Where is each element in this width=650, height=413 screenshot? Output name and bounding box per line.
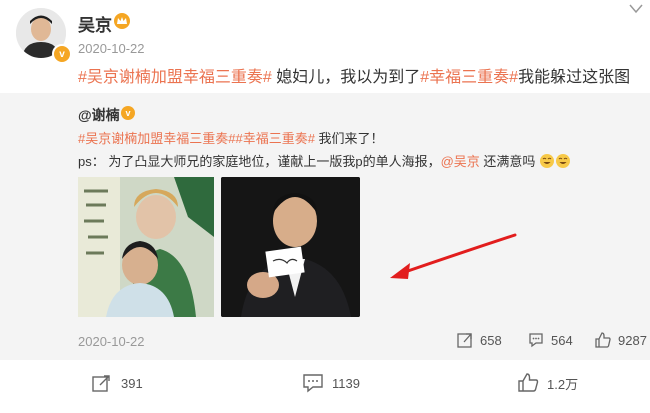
chevron-down-icon[interactable] <box>628 2 644 16</box>
repost-share-count: 658 <box>480 332 502 348</box>
topic-link[interactable]: #幸福三重奏# <box>420 69 518 86</box>
repost-comment-button[interactable]: 564 <box>527 331 573 349</box>
repost-author[interactable]: @谢楠 <box>78 105 120 125</box>
repost-like-button[interactable]: 9287 <box>594 331 647 349</box>
verified-badge-icon: v <box>121 106 135 120</box>
comment-count: 1139 <box>332 375 360 391</box>
repost-text-end: 我们来了！ <box>314 131 384 146</box>
repost-share-button[interactable]: 658 <box>456 331 502 349</box>
post-time[interactable]: 2020-10-22 <box>78 41 145 56</box>
comment-icon <box>303 374 323 393</box>
repost-card: @谢楠 v #吴京谢楠加盟幸福三重奏##幸福三重奏# 我们来了！ ps： 为了凸… <box>0 93 650 360</box>
post-text-mid: 媳妇儿，我以为到了 <box>271 69 421 86</box>
crown-vip-icon <box>114 13 130 29</box>
share-icon <box>457 333 472 348</box>
poster-photo[interactable] <box>221 177 360 317</box>
repost-like-count: 9287 <box>618 332 647 348</box>
photo-thumbnail[interactable] <box>78 177 214 317</box>
laugh-emoji-icon <box>540 154 555 168</box>
comment-button[interactable]: 1139 <box>302 373 360 393</box>
repost-comment-count: 564 <box>551 332 573 348</box>
share-icon <box>92 375 110 392</box>
like-count: 1.2万 <box>547 376 579 392</box>
repost-time[interactable]: 2020-10-22 <box>78 334 145 349</box>
verified-badge-icon: v <box>52 44 72 64</box>
username[interactable]: 吴京 <box>78 11 112 36</box>
topic-link[interactable]: #幸福三重奏# <box>235 131 314 146</box>
mention-link[interactable]: @吴京 <box>441 154 480 169</box>
comment-icon <box>529 333 543 348</box>
like-button[interactable]: 1.2万 <box>517 373 578 393</box>
share-count: 391 <box>121 375 143 391</box>
post-text-end: 我能躲过这张图 <box>518 69 631 86</box>
like-icon <box>518 373 539 392</box>
like-icon <box>595 332 611 348</box>
share-button[interactable]: 391 <box>91 373 143 393</box>
repost-text-question: 还满意吗 <box>479 154 536 169</box>
post-text: #吴京谢楠加盟幸福三重奏# 媳妇儿，我以为到了#幸福三重奏#我能躲过这张图 <box>78 63 630 87</box>
repost-text-line2: ps： 为了凸显大师兄的家庭地位，谨献上一版我p的单人海报，@吴京 还满意吗 <box>78 151 571 170</box>
topic-link[interactable]: #吴京谢楠加盟幸福三重奏# <box>78 69 272 86</box>
repost-text-line1: #吴京谢楠加盟幸福三重奏##幸福三重奏# 我们来了！ <box>78 128 384 147</box>
repost-text-ps: ps： 为了凸显大师兄的家庭地位，谨献上一版我p的单人海报， <box>78 154 441 169</box>
arrow-annotation <box>390 233 517 279</box>
laugh-emoji-icon <box>556 154 571 168</box>
topic-link[interactable]: #吴京谢楠加盟幸福三重奏# <box>78 131 235 146</box>
